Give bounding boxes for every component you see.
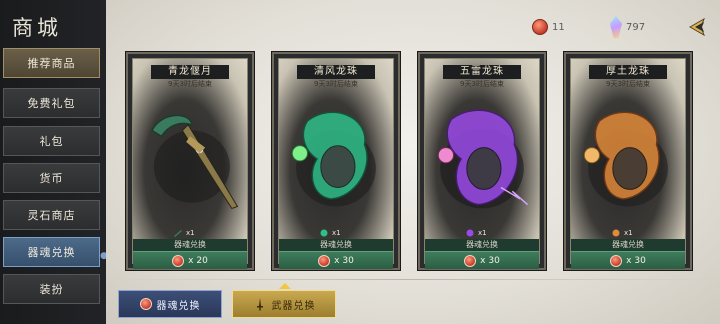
card-price: x 30 [626, 255, 646, 266]
soul-gem-icon [464, 254, 477, 267]
back-arrow-icon[interactable] [684, 13, 712, 41]
currency-bar: 11 797 [490, 10, 720, 44]
card-quantity: x1 [465, 229, 487, 237]
card-quantity: x1 [319, 229, 341, 237]
card-item-name: 厚土龙珠 [589, 65, 667, 79]
card-buy-button[interactable]: x 30 [279, 251, 393, 269]
card-item-name: 清风龙珠 [297, 65, 375, 79]
shop-card[interactable]: 五雷龙珠 9天3时后结束 x1 器魂兑换 x 30 [418, 52, 546, 270]
card-body: 五雷龙珠 9天3时后结束 x1 器魂兑换 x 30 [424, 58, 540, 269]
card-buy-button[interactable]: x 30 [571, 251, 685, 269]
divider [106, 279, 720, 280]
sidebar-item-spirit-stone-shop[interactable]: 灵石商店 [3, 200, 100, 230]
card-quantity-value: x1 [478, 229, 487, 237]
card-body: 厚土龙珠 9天3时后结束 x1 器魂兑换 x 30 [570, 58, 686, 269]
card-item-name: 五雷龙珠 [443, 65, 521, 79]
card-body: 青龙偃月 9天3时后结束 x1 器魂兑换 x 20 [132, 58, 248, 269]
card-timer: 9天3时后结束 [606, 80, 650, 88]
card-buy-button[interactable]: x 20 [133, 251, 247, 269]
crystal-icon [610, 16, 622, 38]
item-thumb-icon [612, 229, 620, 237]
soul-gem-icon [139, 298, 152, 310]
card-timer: 9天3时后结束 [314, 80, 358, 88]
sidebar-item-gift-pack[interactable]: 礼包 [3, 126, 100, 156]
green-dragon-orb-icon [279, 89, 393, 229]
card-quantity: x1 [611, 229, 633, 237]
item-thumb-icon [466, 229, 474, 237]
soul-gem-icon [532, 19, 548, 35]
active-tab-indicator-icon [279, 283, 291, 289]
sidebar-item-recommended[interactable]: 推荐商品 [3, 48, 100, 78]
main-panel: 11 797 青龙偃月 9天3时后结束 x1 器魂兑换 x 20 清风龙珠 9天… [106, 0, 720, 324]
card-item-name: 青龙偃月 [151, 65, 229, 79]
card-timer: 9天3时后结束 [168, 80, 212, 88]
orange-dragon-orb-icon [571, 89, 685, 229]
purple-dragon-orb-icon [425, 89, 539, 229]
sidebar-item-currency[interactable]: 货币 [3, 163, 100, 193]
blade-icon [133, 89, 247, 229]
soul-gem-icon [172, 254, 185, 267]
tab-soul-exchange[interactable]: 器魂兑换 [118, 290, 222, 318]
sword-icon [256, 298, 263, 311]
card-exchange-label: 器魂兑换 [425, 239, 539, 251]
tab-label: 器魂兑换 [156, 300, 201, 312]
card-buy-button[interactable]: x 30 [425, 251, 539, 269]
soul-currency: 11 [532, 19, 604, 35]
shop-card[interactable]: 清风龙珠 9天3时后结束 x1 器魂兑换 x 30 [272, 52, 400, 270]
shop-title: 商城 [12, 16, 62, 40]
card-body: 清风龙珠 9天3时后结束 x1 器魂兑换 x 30 [278, 58, 394, 269]
item-thumb-icon [320, 229, 328, 237]
card-quantity-value: x1 [624, 229, 633, 237]
sidebar-item-free-gift[interactable]: 免费礼包 [3, 88, 100, 118]
card-quantity-value: x1 [186, 229, 195, 237]
card-exchange-label: 器魂兑换 [571, 239, 685, 251]
card-quantity-value: x1 [332, 229, 341, 237]
sidebar-item-soul-exchange[interactable]: 器魂兑换 [3, 237, 100, 267]
sidebar-item-outfit[interactable]: 装扮 [3, 274, 100, 304]
crystal-currency-value: 797 [626, 21, 646, 33]
card-price: x 20 [188, 255, 208, 266]
sidebar: 商城 推荐商品 免费礼包 礼包 货币 灵石商店 器魂兑换 装扮 ●● [0, 0, 116, 324]
item-thumb-icon [174, 230, 182, 237]
card-exchange-label: 器魂兑换 [133, 239, 247, 251]
card-price: x 30 [480, 255, 500, 266]
tab-weapon-exchange[interactable]: 武器兑换 [232, 290, 336, 318]
crystal-currency: 797 [610, 16, 678, 38]
soul-currency-value: 11 [552, 21, 565, 33]
card-price: x 30 [334, 255, 354, 266]
tab-label: 武器兑换 [271, 300, 316, 312]
soul-gem-icon [610, 254, 623, 267]
soul-gem-icon [318, 254, 331, 267]
shop-card[interactable]: 厚土龙珠 9天3时后结束 x1 器魂兑换 x 30 [564, 52, 692, 270]
card-timer: 9天3时后结束 [460, 80, 504, 88]
card-exchange-label: 器魂兑换 [279, 239, 393, 251]
card-quantity: x1 [173, 229, 195, 237]
shop-card[interactable]: 青龙偃月 9天3时后结束 x1 器魂兑换 x 20 [126, 52, 254, 270]
